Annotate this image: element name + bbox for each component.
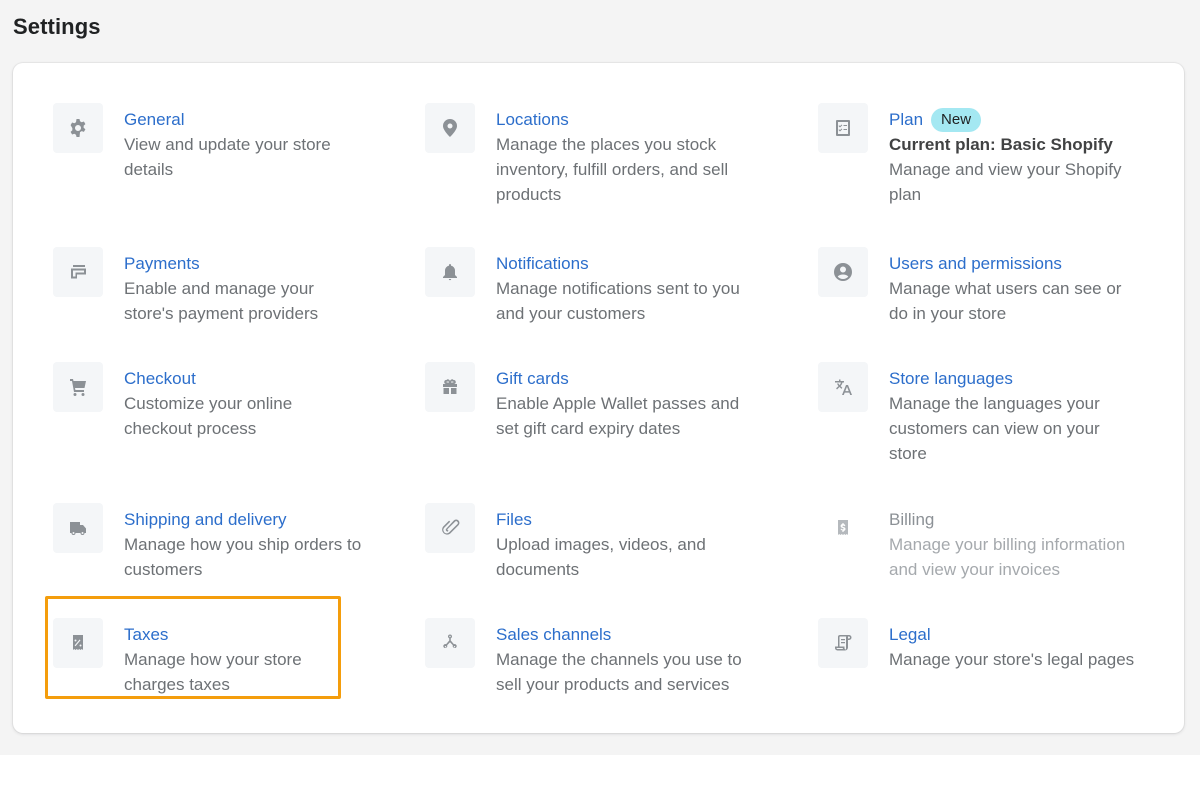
scroll-icon (818, 618, 868, 668)
item-description: Manage the places you stock inventory, f… (496, 135, 729, 204)
item-title: Legal (889, 625, 931, 644)
gift-icon (425, 362, 475, 412)
settings-item-users[interactable]: Users and permissions Manage what users … (818, 247, 1139, 326)
item-title: General (124, 110, 185, 129)
item-description: Manage how you ship orders to customers (124, 535, 362, 579)
bell-icon (425, 247, 475, 297)
item-title: Checkout (124, 369, 196, 388)
channels-icon (425, 618, 475, 668)
settings-item-checkout[interactable]: Checkout Customize your online checkout … (53, 362, 324, 441)
item-title: Store languages (889, 369, 1013, 388)
gear-icon (53, 103, 103, 153)
item-description: Manage the languages your customers can … (889, 394, 1100, 463)
item-title: Users and permissions (889, 254, 1062, 273)
settings-item-billing[interactable]: Billing Manage your billing information … (818, 503, 1149, 582)
paperclip-icon (425, 503, 475, 553)
item-description: Customize your online checkout process (124, 394, 293, 438)
tax-receipt-icon (53, 618, 103, 668)
item-description: Manage how your store charges taxes (124, 650, 302, 694)
item-description: Manage and view your Shopify plan (889, 160, 1122, 204)
truck-icon (53, 503, 103, 553)
current-plan-label: Current plan: Basic Shopify (889, 135, 1113, 154)
settings-item-payments[interactable]: Payments Enable and manage your store's … (53, 247, 344, 326)
settings-item-gift-cards[interactable]: Gift cards Enable Apple Wallet passes an… (425, 362, 751, 441)
item-description: Manage your billing information and view… (889, 535, 1126, 579)
item-title: Gift cards (496, 369, 569, 388)
settings-item-legal[interactable]: Legal Manage your store's legal pages (818, 618, 1159, 672)
item-title: Sales channels (496, 625, 612, 644)
settings-item-store-languages[interactable]: Store languages Manage the languages you… (818, 362, 1124, 466)
settings-item-files[interactable]: Files Upload images, videos, and documen… (425, 503, 736, 582)
item-description: Enable Apple Wallet passes and set gift … (496, 394, 740, 438)
settings-item-shipping[interactable]: Shipping and delivery Manage how you shi… (53, 503, 364, 582)
item-title: Payments (124, 254, 200, 273)
item-title: Files (496, 510, 532, 529)
user-circle-icon (818, 247, 868, 297)
settings-item-general[interactable]: General View and update your store detai… (53, 103, 354, 182)
settings-item-taxes[interactable]: Taxes Manage how your store charges taxe… (53, 618, 334, 697)
settings-item-locations[interactable]: Locations Manage the places you stock in… (425, 103, 746, 207)
translate-icon (818, 362, 868, 412)
new-badge: New (931, 108, 982, 132)
item-description: Manage the channels you use to sell your… (496, 650, 742, 694)
item-description: Enable and manage your store's payment p… (124, 279, 319, 323)
item-description: Upload images, videos, and documents (496, 535, 706, 579)
dollar-receipt-icon (818, 503, 868, 553)
settings-item-plan[interactable]: Plan New Current plan: Basic Shopify Mana… (818, 103, 1139, 207)
location-pin-icon (425, 103, 475, 153)
cart-icon (53, 362, 103, 412)
item-description: Manage your store's legal pages (889, 650, 1135, 669)
item-title: Taxes (124, 625, 169, 644)
item-title: Shipping and delivery (124, 510, 287, 529)
item-title: Locations (496, 110, 569, 129)
item-title: Plan (889, 110, 924, 129)
item-description: Manage notifications sent to you and you… (496, 279, 740, 323)
settings-item-notifications[interactable]: Notifications Manage notifications sent … (425, 247, 761, 326)
item-description: Manage what users can see or do in your … (889, 279, 1122, 323)
item-title: Notifications (496, 254, 589, 273)
payment-card-icon (53, 247, 103, 297)
page-title: Settings (13, 14, 101, 39)
item-description: View and update your store details (124, 135, 331, 179)
settings-item-sales-channels[interactable]: Sales channels Manage the channels you u… (425, 618, 761, 697)
item-title: Billing (889, 510, 935, 529)
checklist-icon (818, 103, 868, 153)
